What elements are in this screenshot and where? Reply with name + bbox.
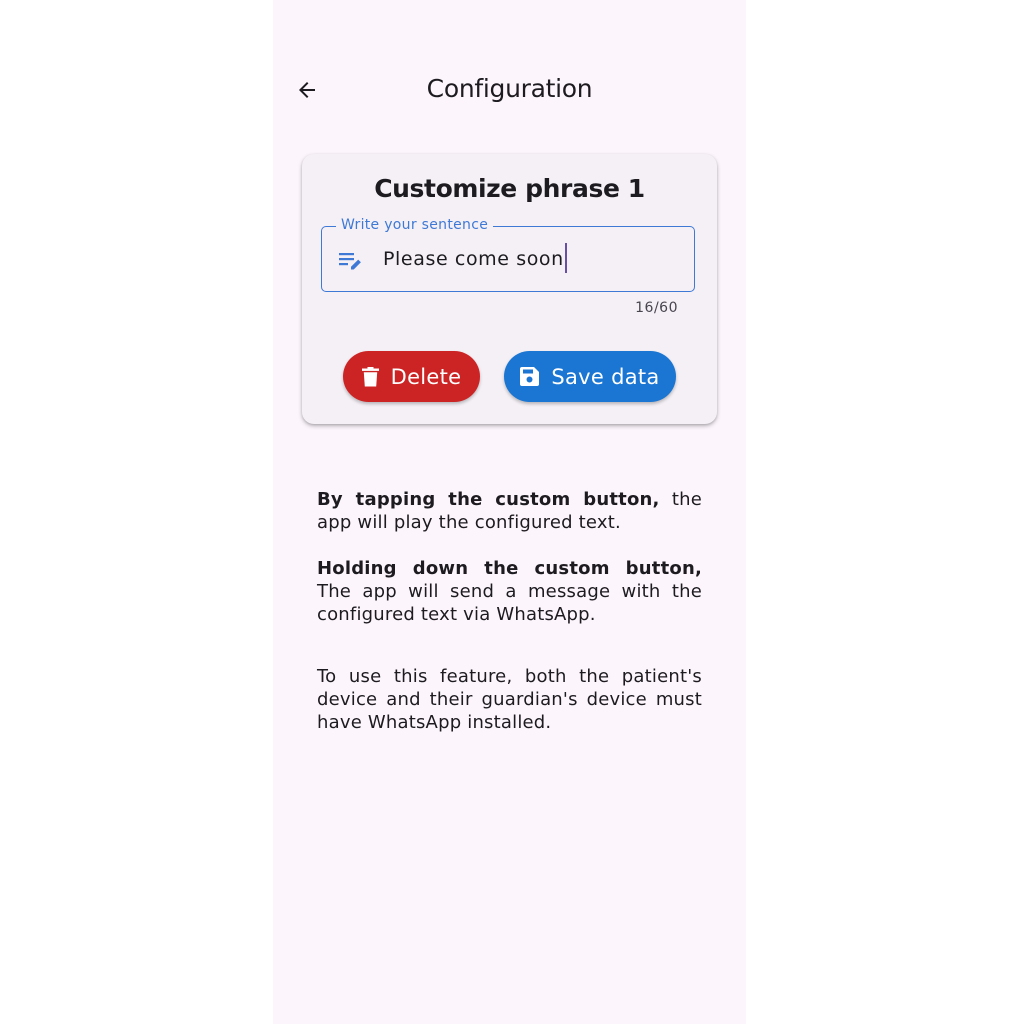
sentence-field-label: Write your sentence [336,217,494,233]
card-title: Customize phrase 1 [374,174,645,203]
screen: Configuration Customize phrase 1 Write y… [273,0,746,1024]
save-data-button-label: Save data [551,364,660,389]
app-bar: Configuration [273,60,746,120]
whatsapp-requirement: To use this feature, both the patient's … [317,666,702,733]
hold-instruction-text: The app will send a message with the con… [317,581,702,625]
save-data-button[interactable]: Save data [504,351,676,402]
tap-instruction: By tapping the custom button, the app wi… [317,488,702,534]
delete-button-label: Delete [390,364,462,389]
phrase-card: Customize phrase 1 Write your sentence P… [302,154,717,424]
sentence-input[interactable]: Please come soon [383,242,567,273]
tap-instruction-bold: By tapping the custom button, [317,489,660,510]
text-caret [564,242,567,273]
sentence-input-value: Please come soon [383,248,564,270]
edit-note-icon [339,253,361,270]
hold-instruction-bold: Holding down the custom button, [317,558,702,579]
delete-button[interactable]: Delete [343,351,480,402]
save-icon [520,367,540,386]
character-counter: 16/60 [635,300,678,316]
trash-icon [361,366,379,386]
sentence-field[interactable]: Write your sentence Please come soon [321,217,695,292]
page-title: Configuration [426,74,593,103]
hold-instruction: Holding down the custom button, The app … [317,557,702,626]
